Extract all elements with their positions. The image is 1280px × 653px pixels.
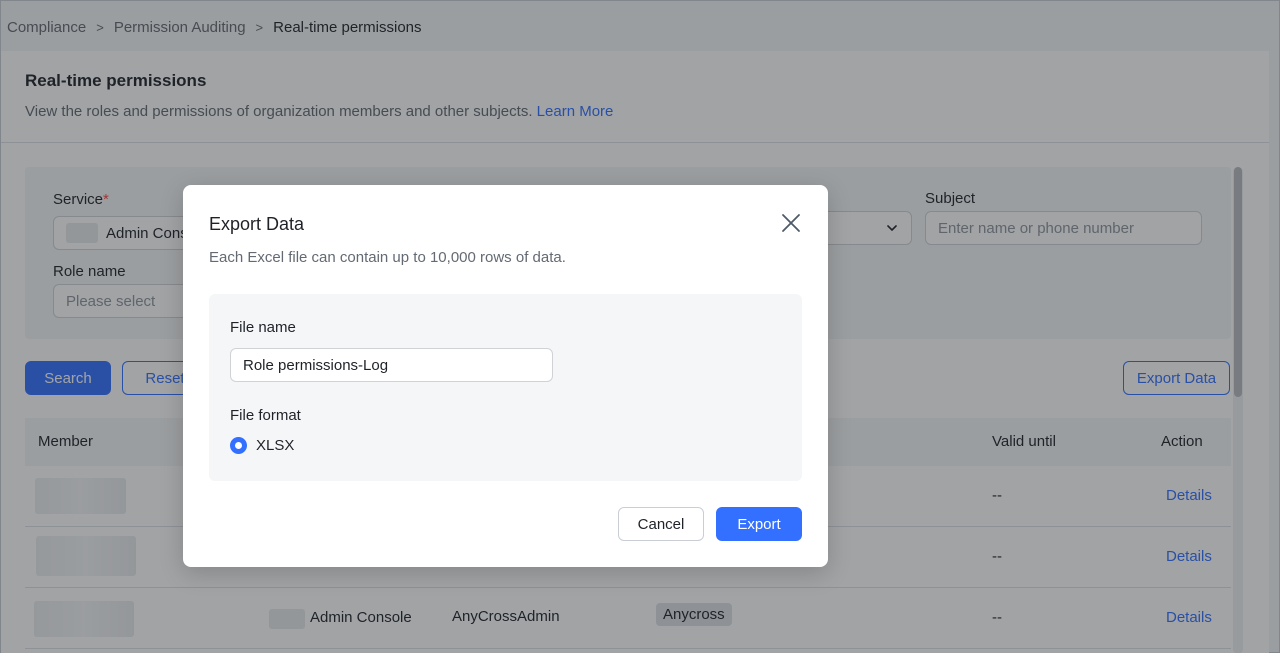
export-data-dialog: Export Data Each Excel file can contain … bbox=[183, 185, 828, 567]
cancel-button[interactable]: Cancel bbox=[618, 507, 704, 541]
dialog-description: Each Excel file can contain up to 10,000… bbox=[209, 249, 566, 266]
dialog-title: Export Data bbox=[209, 214, 305, 234]
file-name-label: File name bbox=[230, 319, 296, 336]
export-settings-panel: File name File format XLSX bbox=[209, 294, 802, 481]
file-format-label: File format bbox=[230, 407, 301, 424]
file-name-input[interactable] bbox=[230, 348, 553, 382]
close-icon[interactable] bbox=[780, 212, 802, 234]
format-option-label: XLSX bbox=[256, 437, 295, 454]
radio-selected-icon[interactable] bbox=[230, 437, 247, 454]
export-button[interactable]: Export bbox=[716, 507, 802, 541]
format-option-xlsx[interactable]: XLSX bbox=[230, 437, 294, 454]
